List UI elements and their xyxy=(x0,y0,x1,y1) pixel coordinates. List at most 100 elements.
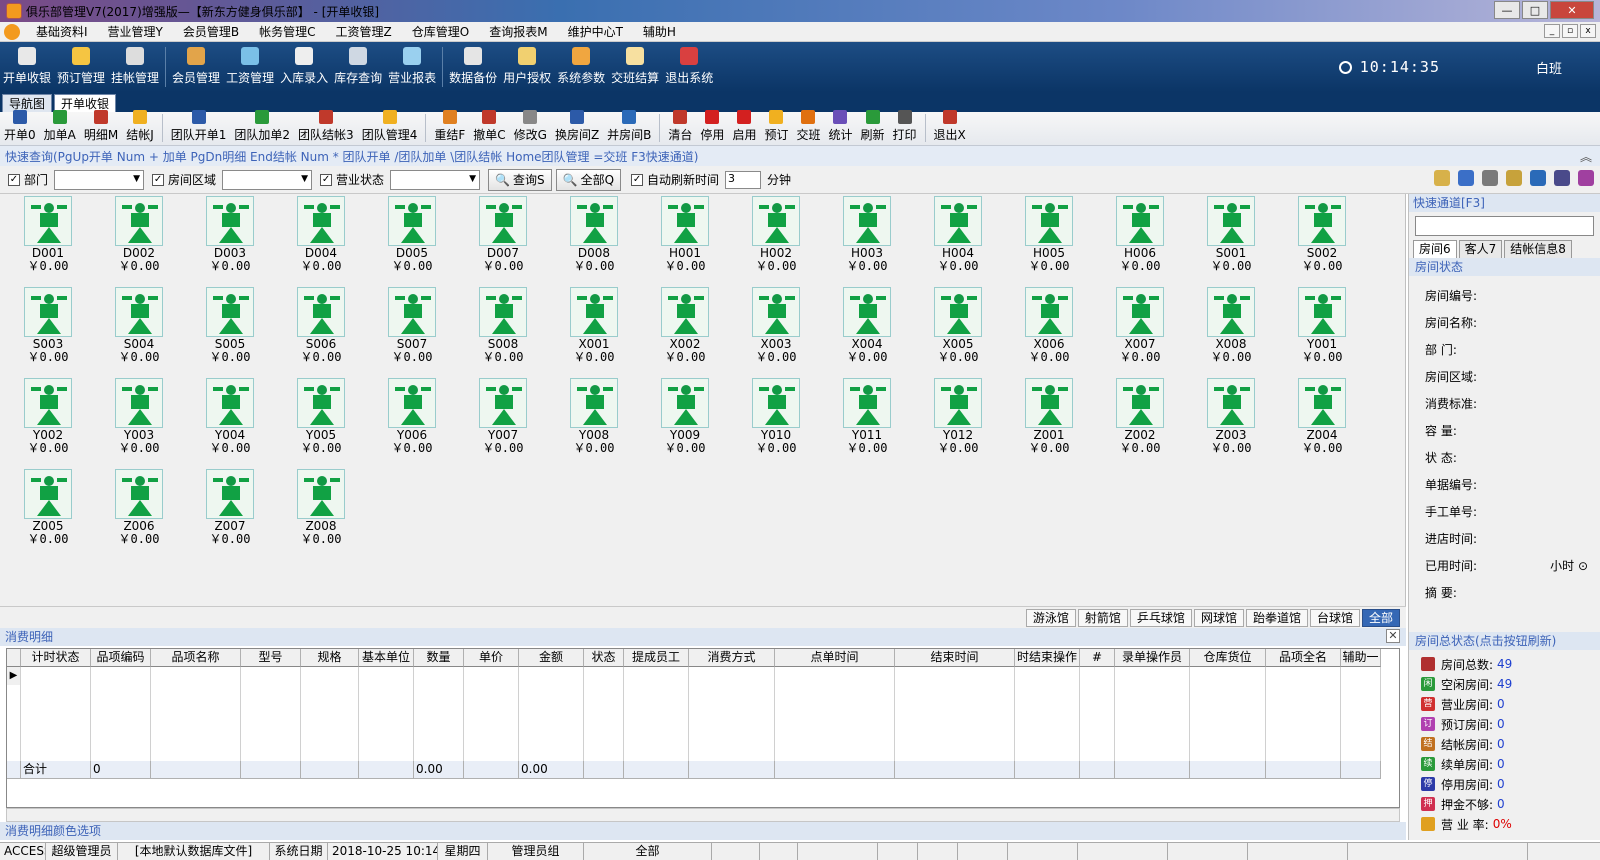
op-button-5[interactable]: 团队加单2 xyxy=(230,110,294,145)
room-tile[interactable]: Y004 ￥0.00 xyxy=(190,376,270,464)
room-tile[interactable]: S005 ￥0.00 xyxy=(190,285,270,373)
op-button-14[interactable]: 停用 xyxy=(696,110,728,145)
summary-item[interactable]: 房间总数: 49 xyxy=(1421,654,1512,674)
grid-cell[interactable]: # xyxy=(1080,649,1115,667)
room-tile[interactable]: Z008 ￥0.00 xyxy=(281,467,361,555)
venue-tab-swimming[interactable]: 游泳馆 xyxy=(1025,608,1076,627)
maximize-button[interactable]: □ xyxy=(1522,1,1548,19)
grid-cell[interactable]: 数量 xyxy=(414,649,464,667)
room-tile[interactable]: Z001 ￥0.00 xyxy=(1009,376,1089,464)
grid-cell[interactable]: 时结束操作 xyxy=(1015,649,1080,667)
room-tile[interactable]: Y010 ￥0.00 xyxy=(736,376,816,464)
room-tile[interactable]: S006 ￥0.00 xyxy=(281,285,361,373)
room-tile[interactable]: H003 ￥0.00 xyxy=(827,194,907,282)
room-tile[interactable]: X007 ￥0.00 xyxy=(1100,285,1180,373)
room-tile[interactable]: H006 ￥0.00 xyxy=(1100,194,1180,282)
op-button-15[interactable]: 启用 xyxy=(728,110,760,145)
op-button-8[interactable]: 重结F xyxy=(430,110,469,145)
room-tile[interactable]: D003 ￥0.00 xyxy=(190,194,270,282)
summary-item[interactable]: 结结帐房间: 0 xyxy=(1421,734,1512,754)
room-tile[interactable]: Y009 ￥0.00 xyxy=(645,376,725,464)
room-tile[interactable]: Y007 ￥0.00 xyxy=(463,376,543,464)
menu-members[interactable]: 会员管理B xyxy=(173,23,249,40)
tab-guest-info[interactable]: 客人7 xyxy=(1458,240,1503,258)
room-tile[interactable]: H005 ￥0.00 xyxy=(1009,194,1089,282)
menu-reports[interactable]: 查询报表M xyxy=(479,23,557,40)
grid-cell[interactable]: 单价 xyxy=(464,649,519,667)
grid-cell[interactable]: 金额 xyxy=(519,649,584,667)
room-tile[interactable]: D002 ￥0.00 xyxy=(99,194,179,282)
room-tile[interactable]: S008 ￥0.00 xyxy=(463,285,543,373)
query-button[interactable]: 🔍 查询S xyxy=(488,168,552,191)
room-tile[interactable]: Y005 ￥0.00 xyxy=(281,376,361,464)
room-tile[interactable]: X008 ￥0.00 xyxy=(1191,285,1271,373)
toolbar-members-button[interactable]: 会员管理 xyxy=(169,42,223,92)
app-menu-icon[interactable] xyxy=(4,23,20,40)
toolbar-backup-button[interactable]: 数据备份 xyxy=(446,42,500,92)
menu-basic-data[interactable]: 基础资料I xyxy=(26,23,98,40)
toolbar-exit-button[interactable]: 退出系统 xyxy=(662,42,716,92)
refresh-cycle-icon[interactable] xyxy=(1458,170,1474,186)
refresh-interval-input[interactable]: 3 xyxy=(725,170,762,189)
toolbar-ledger-button[interactable]: 挂帐管理 xyxy=(108,42,162,92)
minimize-button[interactable]: — xyxy=(1494,1,1520,19)
op-button-11[interactable]: 换房间Z xyxy=(551,110,603,145)
grid-cell[interactable]: 型号 xyxy=(241,649,301,667)
grid-cell[interactable]: 仓库货位 xyxy=(1190,649,1266,667)
grid-cell[interactable]: 规格 xyxy=(301,649,359,667)
room-tile[interactable]: S002 ￥0.00 xyxy=(1282,194,1362,282)
op-button-4[interactable]: 团队开单1 xyxy=(167,110,231,145)
grid-cell[interactable]: 提成员工 xyxy=(624,649,689,667)
op-button-3[interactable]: 结帐J xyxy=(122,110,158,145)
room-tile[interactable]: X002 ￥0.00 xyxy=(645,285,725,373)
area-checkbox[interactable]: ✓ xyxy=(152,173,165,186)
room-tile[interactable]: Z007 ￥0.00 xyxy=(190,467,270,555)
summary-header[interactable]: 房间总状态(点击按钮刷新) xyxy=(1409,632,1600,650)
venue-tab-taekwondo[interactable]: 跆拳道馆 xyxy=(1245,608,1308,627)
mdi-restore-button[interactable]: ▫ xyxy=(1562,24,1578,38)
menu-help[interactable]: 辅助H xyxy=(633,23,686,40)
summary-item[interactable]: 续续单房间: 0 xyxy=(1421,754,1512,774)
op-button-21[interactable]: 退出X xyxy=(930,110,970,145)
detail-close-icon[interactable]: ✕ xyxy=(1386,629,1400,643)
room-tile[interactable]: Z004 ￥0.00 xyxy=(1282,376,1362,464)
status-checkbox[interactable]: ✓ xyxy=(320,173,333,186)
menu-salary[interactable]: 工资管理Z xyxy=(326,23,402,40)
room-tile[interactable]: Y008 ￥0.00 xyxy=(554,376,634,464)
room-tile[interactable]: Y006 ￥0.00 xyxy=(372,376,452,464)
toolbar-user-auth-button[interactable]: 用户授权 xyxy=(500,42,554,92)
room-map-icon[interactable] xyxy=(1434,170,1450,186)
room-tile[interactable]: D007 ￥0.00 xyxy=(463,194,543,282)
menu-business[interactable]: 营业管理Y xyxy=(98,23,173,40)
room-tile[interactable]: X005 ￥0.00 xyxy=(918,285,998,373)
grid-cell[interactable]: 计时状态 xyxy=(21,649,91,667)
grid-cell[interactable]: 录单操作员 xyxy=(1115,649,1190,667)
op-button-17[interactable]: 交班 xyxy=(792,110,824,145)
toolbar-booking-button[interactable]: 预订管理 xyxy=(54,42,108,92)
room-tile[interactable]: Y003 ￥0.00 xyxy=(99,376,179,464)
toolbar-salary-button[interactable]: 工资管理 xyxy=(223,42,277,92)
status-select[interactable] xyxy=(390,169,481,190)
op-button-12[interactable]: 并房间B xyxy=(603,110,655,145)
grid-cell[interactable]: 状态 xyxy=(584,649,624,667)
room-tile[interactable]: X003 ￥0.00 xyxy=(736,285,816,373)
op-button-0[interactable]: 开单0 xyxy=(0,110,40,145)
area-select[interactable] xyxy=(222,169,313,190)
summary-item[interactable]: 营营业房间: 0 xyxy=(1421,694,1512,714)
room-tile[interactable]: X004 ￥0.00 xyxy=(827,285,907,373)
grid-cell[interactable]: 辅助一 xyxy=(1341,649,1381,667)
venue-tab-pingpong[interactable]: 乒乓球馆 xyxy=(1129,608,1192,627)
menu-accounts[interactable]: 帐务管理C xyxy=(249,23,325,40)
mdi-minimize-button[interactable]: _ xyxy=(1544,24,1560,38)
grid-cell[interactable]: 结束时间 xyxy=(895,649,1015,667)
menu-warehouse[interactable]: 仓库管理O xyxy=(402,23,479,40)
venue-tab-billiards[interactable]: 台球馆 xyxy=(1309,608,1360,627)
grid-cell[interactable] xyxy=(7,649,21,667)
op-button-20[interactable]: 打印 xyxy=(889,110,921,145)
room-tile[interactable]: Y002 ￥0.00 xyxy=(8,376,88,464)
room-tile[interactable]: D001 ￥0.00 xyxy=(8,194,88,282)
op-button-1[interactable]: 加单A xyxy=(40,110,80,145)
op-button-10[interactable]: 修改G xyxy=(510,110,551,145)
room-tile[interactable]: X006 ￥0.00 xyxy=(1009,285,1089,373)
theme-icon[interactable] xyxy=(1578,170,1594,186)
